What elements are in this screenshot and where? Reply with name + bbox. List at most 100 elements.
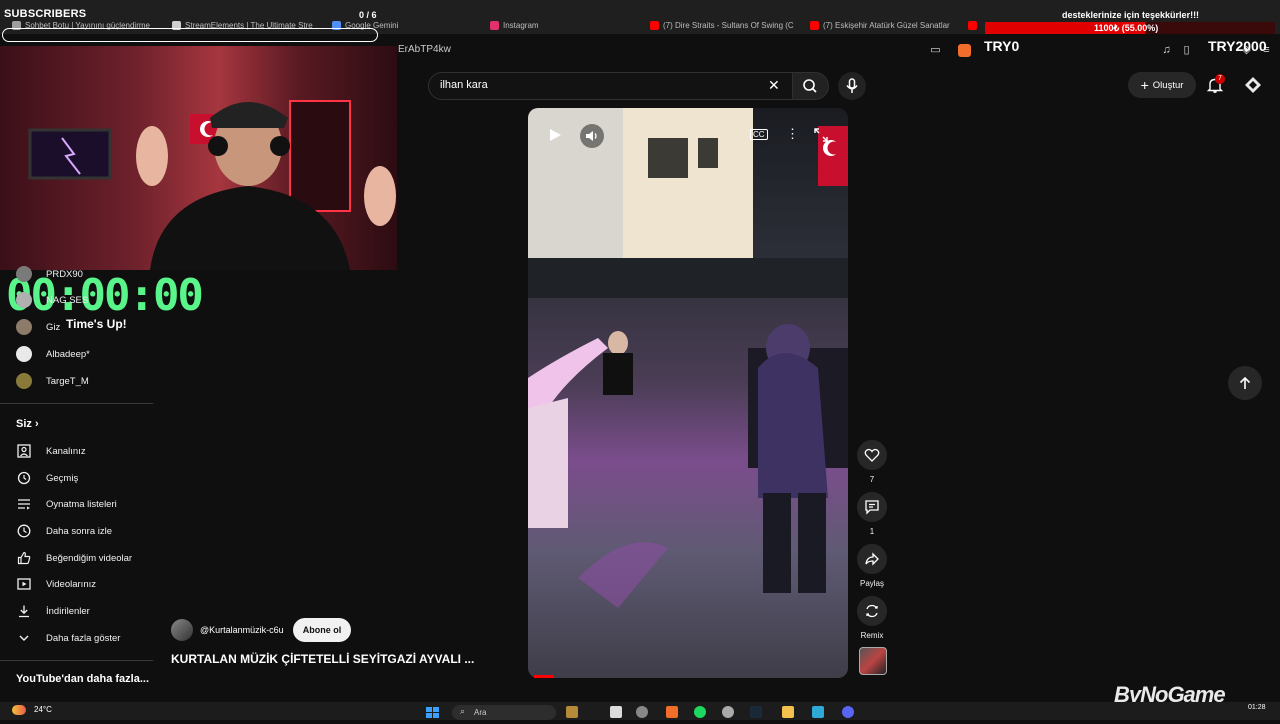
- tab-favicon: [650, 20, 659, 30]
- sidebar-item-history[interactable]: Geçmiş: [16, 468, 78, 488]
- shorts-video-player[interactable]: CC ⋮: [528, 108, 848, 678]
- sidebar-item-show-more[interactable]: Daha fazla göster: [16, 628, 120, 648]
- webcam-scene: [28, 100, 396, 270]
- discord-icon[interactable]: [842, 706, 854, 718]
- taskbar-app-icon[interactable]: [566, 706, 578, 718]
- create-button-label: Oluştur: [1152, 79, 1184, 91]
- obs-icon[interactable]: [636, 706, 648, 718]
- channel-name[interactable]: @Kurtalanmüzik-c6u: [200, 625, 284, 635]
- taskbar-clock[interactable]: 01:28: [1248, 704, 1266, 711]
- search-button[interactable]: [792, 72, 829, 100]
- comment-count: 1: [869, 527, 875, 536]
- task-view-icon[interactable]: [610, 706, 622, 718]
- sidebar-subscription-nag-ses[interactable]: NAG SES: [16, 290, 88, 310]
- tab-label: (7) Dire Straits - Sultans Of Swing (C: [663, 20, 794, 30]
- comment-icon: [865, 500, 879, 515]
- taskbar-search[interactable]: [452, 705, 556, 720]
- more-options-icon[interactable]: ⋮: [786, 126, 799, 142]
- taskbar-search-placeholder[interactable]: Ara: [474, 708, 486, 717]
- spotify-icon[interactable]: [694, 706, 706, 718]
- create-button[interactable]: + Oluştur: [1128, 72, 1196, 98]
- address-bar[interactable]: [398, 36, 1280, 66]
- play-icon[interactable]: [548, 128, 562, 142]
- subscription-label: Albadeep*: [46, 348, 90, 360]
- tab-favicon: [490, 20, 499, 30]
- sidebar-item-watch-later[interactable]: Daha sonra izle: [16, 521, 112, 541]
- sidebar-more-from-youtube-heading: YouTube'dan daha fazla...: [16, 673, 149, 685]
- sidebar-divider: [0, 660, 153, 661]
- sidebar-item-label: Videolarınız: [46, 578, 96, 590]
- avatar: [16, 373, 32, 389]
- plus-icon: +: [1140, 77, 1149, 93]
- cast-icon[interactable]: ▭: [929, 44, 942, 57]
- subscription-label: TargeT_M: [46, 375, 89, 387]
- clear-search-icon[interactable]: ✕: [768, 77, 780, 94]
- audio-thumbnail[interactable]: [859, 647, 887, 675]
- share-button[interactable]: [857, 544, 887, 574]
- app-icon[interactable]: [722, 706, 734, 718]
- steam-icon[interactable]: [750, 706, 762, 718]
- sidebar-item-your-videos[interactable]: Videolarınız: [16, 574, 96, 594]
- sidebar-subscription-target-m[interactable]: TargeT_M: [16, 371, 89, 391]
- tab-favicon: [810, 20, 819, 30]
- voice-search-button[interactable]: [838, 72, 866, 100]
- subscribe-button[interactable]: Abone ol: [293, 618, 351, 642]
- tab-label: (7) Eskişehir Atatürk Güzel Sanatlar: [823, 20, 950, 30]
- sidebar-item-label: Daha fazla göster: [46, 632, 121, 644]
- brave-shield-icon[interactable]: [958, 44, 971, 57]
- sidebar-item-label: Oynatma listeleri: [46, 498, 117, 510]
- sidebar-subscription-giz[interactable]: Giz: [16, 317, 60, 337]
- share-label: Paylaş: [859, 579, 884, 588]
- avatar: [16, 292, 32, 308]
- channel-avatar[interactable]: [171, 619, 193, 641]
- tab-eskisehir[interactable]: (7) Eskişehir Atatürk Güzel Sanatlar: [810, 16, 950, 34]
- video-progress-bar[interactable]: [534, 675, 554, 678]
- volume-icon[interactable]: [580, 124, 604, 148]
- sidebar-subscription-albadeep[interactable]: Albadeep*: [16, 344, 90, 364]
- file-explorer-icon[interactable]: [782, 706, 794, 718]
- avatar: [16, 346, 32, 362]
- tab-instagram[interactable]: Instagram: [490, 16, 630, 34]
- microphone-icon: [846, 78, 858, 93]
- subscribers-goal-label: SUBSCRIBERS: [4, 8, 87, 20]
- search-icon: [803, 79, 817, 93]
- taskbar-search-icon: ⌕: [460, 706, 466, 716]
- chevron-down-icon: [16, 630, 32, 646]
- start-button[interactable]: [426, 706, 440, 724]
- remix-button[interactable]: [857, 596, 887, 626]
- comment-button[interactable]: [857, 492, 887, 522]
- sidebar-item-label: Daha sonra izle: [46, 525, 113, 537]
- sidebar-toggle-icon[interactable]: ▯: [1180, 44, 1193, 57]
- sidebar-item-liked-videos[interactable]: Beğendiğim videolar: [16, 548, 132, 568]
- weather-temperature[interactable]: 24°C: [34, 705, 52, 714]
- account-logo-icon: [1245, 77, 1261, 93]
- captions-icon[interactable]: CC: [750, 129, 768, 140]
- game-launcher-icon[interactable]: [812, 706, 824, 718]
- avatar: [16, 319, 32, 335]
- tab-dire-straits[interactable]: (7) Dire Straits - Sultans Of Swing (C: [650, 16, 795, 34]
- account-avatar[interactable]: [1244, 76, 1262, 99]
- sidebar-you-heading[interactable]: Siz ›: [16, 418, 39, 430]
- brave-icon[interactable]: [666, 706, 678, 718]
- url-text[interactable]: ErAbTP4kw: [398, 44, 451, 55]
- sidebar-item-your-channel[interactable]: Kanalınız: [16, 441, 86, 461]
- sidebar-item-label: Beğendiğim videolar: [46, 552, 133, 564]
- search-input-value[interactable]: ilhan kara: [440, 79, 488, 91]
- arrow-up-icon: [1239, 376, 1251, 389]
- sidebar-item-playlists[interactable]: Oynatma listeleri: [16, 494, 117, 514]
- sidebar-subscription-prdx90[interactable]: PRDX90: [16, 264, 83, 284]
- weather-icon[interactable]: [12, 705, 26, 715]
- video-title[interactable]: KURTALAN MÜZİK ÇİFTETELLİ SEYİTGAZİ AYVA…: [171, 652, 474, 666]
- subscribers-progress-bar: [2, 28, 378, 42]
- donation-message: desteklerinize için teşekkürler!!!: [1062, 10, 1200, 20]
- tab-active[interactable]: [968, 16, 982, 34]
- windows-icon: [426, 707, 439, 718]
- like-button[interactable]: [857, 440, 887, 470]
- music-icon[interactable]: ♫: [1160, 44, 1173, 57]
- sidebar-item-downloads[interactable]: İndirilenler: [16, 601, 90, 621]
- thumbs-up-icon: [16, 550, 32, 566]
- fullscreen-icon[interactable]: [814, 128, 828, 147]
- history-icon: [16, 470, 32, 486]
- scroll-up-button[interactable]: [1228, 366, 1262, 400]
- subscription-label: NAG SES: [46, 294, 89, 306]
